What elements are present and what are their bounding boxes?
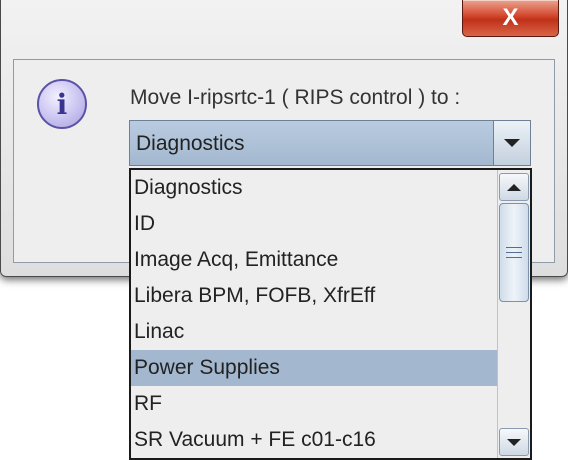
list-item-power-supplies[interactable]: Power Supplies bbox=[131, 350, 497, 386]
scrollbar-thumb[interactable] bbox=[499, 203, 529, 302]
list-item-sr-vacuum[interactable]: SR Vacuum + FE c01-c16 bbox=[131, 422, 497, 458]
arrow-up-icon bbox=[507, 183, 521, 191]
grip-icon bbox=[506, 247, 522, 258]
close-button[interactable]: X bbox=[462, 0, 559, 37]
list-item-rf[interactable]: RF bbox=[131, 386, 497, 422]
move-prompt-label: Move I-ripsrtc-1 ( RIPS control ) to : bbox=[130, 86, 461, 109]
arrow-down-icon bbox=[507, 438, 521, 446]
list-item-libera-bpm[interactable]: Libera BPM, FOFB, XfrEff bbox=[131, 278, 497, 314]
dropdown-popup: Diagnostics ID Image Acq, Emittance Libe… bbox=[129, 168, 532, 460]
list-item-id[interactable]: ID bbox=[131, 206, 497, 242]
combobox-dropdown-button[interactable] bbox=[493, 121, 530, 165]
dropdown-list: Diagnostics ID Image Acq, Emittance Libe… bbox=[131, 170, 497, 458]
list-item-image-acq[interactable]: Image Acq, Emittance bbox=[131, 242, 497, 278]
chevron-down-icon bbox=[504, 139, 520, 147]
close-icon: X bbox=[502, 4, 519, 31]
destination-combobox[interactable]: Diagnostics bbox=[129, 120, 531, 166]
scroll-up-button[interactable] bbox=[499, 173, 529, 201]
list-item-diagnostics[interactable]: Diagnostics bbox=[131, 170, 497, 206]
info-icon: i bbox=[37, 79, 87, 129]
vertical-scrollbar[interactable] bbox=[497, 170, 530, 458]
scroll-down-button[interactable] bbox=[499, 428, 529, 456]
list-item-linac[interactable]: Linac bbox=[131, 314, 497, 350]
combobox-selected-value: Diagnostics bbox=[136, 132, 245, 155]
